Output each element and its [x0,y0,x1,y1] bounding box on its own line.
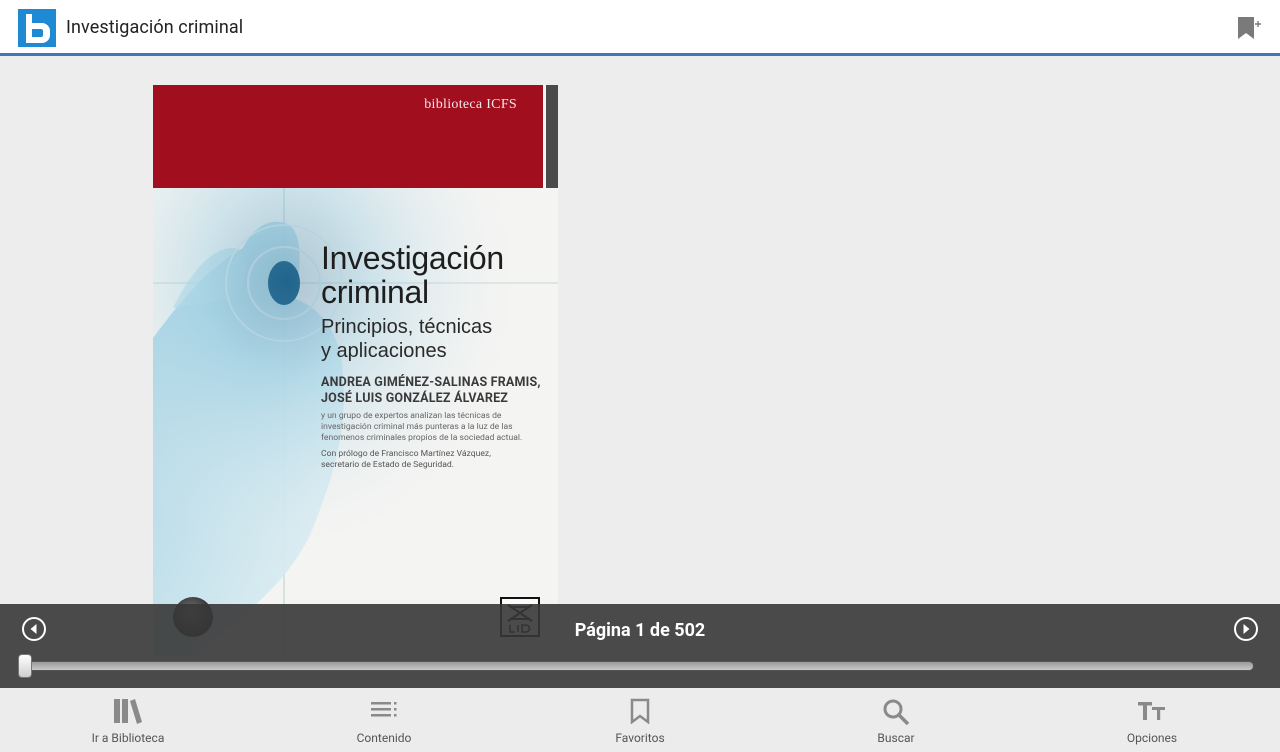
book-cover-page[interactable]: biblioteca ICFS Investigación criminal P… [153,85,558,656]
cover-title: Investigación criminal [321,241,504,309]
cover-subtitle-line1: Principios, técnicas [321,316,493,338]
reader-area[interactable]: biblioteca ICFS Investigación criminal P… [0,56,1280,688]
cover-subtitle-line2: y aplicaciones [321,340,447,362]
cover-prologue-line2: secretario de Estado de Seguridad. [321,460,455,470]
nav-search-button[interactable]: Buscar [768,688,1024,752]
cover-author-1: ANDREA GIMÉNEZ-SALINAS FRAMIS, [321,375,541,390]
nav-contents-button[interactable]: Contenido [256,688,512,752]
action-bar: Investigación criminal [0,0,1280,56]
nav-options-label: Opciones [1126,731,1178,745]
nav-options-button[interactable]: Opciones [1024,688,1280,752]
app-title: Investigación criminal [66,17,244,38]
cover-red-band: biblioteca ICFS [153,85,543,188]
next-page-icon[interactable] [1233,616,1259,642]
nav-library-label: Ir a Biblioteca [91,731,165,745]
nav-favorites-label: Favoritos [615,731,665,745]
cover-publisher: biblioteca ICFS [424,97,517,112]
cover-subtitle: Principios, técnicas y aplicaciones [321,315,492,363]
cover-title-line2: criminal [321,274,429,310]
library-icon [114,699,142,724]
cover-prologue-line1: Con prólogo de Francisco Martínez Vázque… [321,449,491,459]
page-indicator: Página 1 de 502 [574,620,706,641]
contents-list-icon [371,702,397,717]
nav-favorites-button[interactable]: Favoritos [512,688,768,752]
app-logo-icon[interactable] [18,9,56,47]
cover-authors: ANDREA GIMÉNEZ-SALINAS FRAMIS, JOSÉ LUIS… [321,375,541,407]
search-icon [883,699,910,726]
bottom-navigation: Ir a Biblioteca Contenido Favoritos Busc… [0,688,1280,752]
cover-author-2: JOSÉ LUIS GONZÁLEZ ÁLVAREZ [321,391,509,406]
bookmark-icon [630,698,650,724]
cover-prologue: Con prólogo de Francisco Martínez Vázque… [321,449,553,471]
cover-spine [546,85,558,188]
bookmark-add-icon[interactable] [1236,16,1264,42]
page-slider-track[interactable] [26,661,1254,671]
cover-title-line1: Investigación [321,240,504,276]
nav-contents-label: Contenido [356,731,412,745]
nav-library-button[interactable]: Ir a Biblioteca [0,688,256,752]
text-size-icon [1138,702,1165,720]
cover-blurb: y un grupo de expertos analizan las técn… [321,411,523,443]
page-slider-thumb[interactable] [18,654,32,678]
page-navigation-bar: Página 1 de 502 [0,604,1280,688]
nav-search-label: Buscar [877,731,915,745]
